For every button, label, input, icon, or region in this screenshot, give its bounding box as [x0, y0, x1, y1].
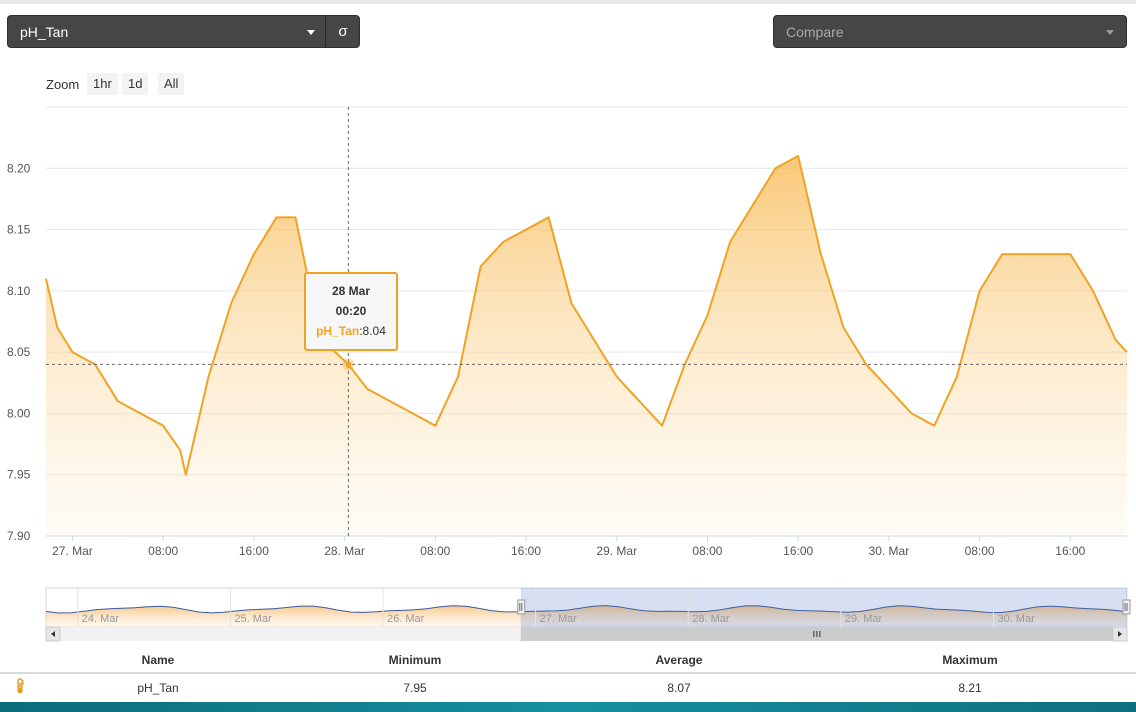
navigator-label: 25. Mar — [234, 613, 272, 625]
row-maximum: 8.21 — [958, 680, 982, 695]
navigator-label: 29. Mar — [845, 613, 883, 625]
x-tick-label: 16:00 — [511, 544, 541, 558]
tooltip-value-row: pH_Tan:8.04 — [316, 324, 386, 338]
name-header: Name — [40, 647, 276, 674]
navigator[interactable]: 24. Mar 25. Mar 26. Mar 27. Mar 28. Mar 29. M… — [45, 587, 1131, 642]
x-tick-label: 16:00 — [783, 544, 813, 558]
navigator-label: 24. Mar — [82, 613, 120, 625]
tooltip-series-name: pH_Tan — [316, 324, 360, 338]
x-tick-label: 16:00 — [239, 544, 269, 558]
x-tick-label: 27. Mar — [52, 544, 93, 558]
x-tick-label: 08:00 — [420, 544, 450, 558]
y-tick-label: 7.90 — [7, 529, 31, 543]
y-tick-label: 8.05 — [7, 345, 31, 359]
hover-point — [345, 361, 352, 368]
tooltip: 28 Mar 00:20 pH_Tan:8.04 — [304, 272, 398, 351]
y-tick-label: 8.20 — [7, 161, 31, 175]
x-tick-label: 16:00 — [1055, 544, 1085, 558]
y-tick-label: 8.00 — [7, 406, 31, 420]
x-tick-label: 30. Mar — [869, 544, 910, 558]
tooltip-date: 28 Mar — [331, 284, 371, 298]
maximum-header: Maximum — [804, 647, 1136, 674]
x-axis: 27. Mar 08:00 16:00 28. Mar 08:00 16:00 29. Ma… — [46, 535, 1127, 558]
row-average: 8.07 — [667, 680, 691, 695]
navigator-selection — [520, 588, 1127, 627]
navigator-label: 27. Mar — [540, 613, 578, 625]
tooltip-value: 8.04 — [362, 324, 386, 338]
x-tick-label: 28. Mar — [324, 544, 365, 558]
thermometer-icon — [0, 673, 40, 701]
y-tick-label: 8.15 — [7, 223, 31, 237]
row-minimum: 7.95 — [403, 680, 427, 695]
navigator-label: 26. Mar — [387, 613, 425, 625]
footer-bar — [0, 702, 1136, 712]
x-tick-label: 29. Mar — [596, 544, 637, 558]
icon-header — [0, 647, 40, 674]
ph-chart[interactable]: 7.90 7.95 8.00 8.05 8.10 8.15 8.20 27. Mar 08:0… — [0, 0, 1136, 645]
navigator-label: 28. Mar — [692, 613, 730, 625]
average-header: Average — [554, 647, 804, 674]
y-tick-label: 8.10 — [7, 284, 31, 298]
x-tick-label: 08:00 — [148, 544, 178, 558]
y-tick-label: 7.95 — [7, 468, 31, 482]
table-row[interactable]: pH_Tan 7.95 8.07 8.21 — [0, 673, 1136, 701]
row-name: pH_Tan — [137, 680, 179, 695]
y-axis: 7.90 7.95 8.00 8.05 8.10 8.15 8.20 — [7, 161, 31, 543]
page: pH_Tan σ Compare Zoom 1hr 1d All 7.90 7.9… — [0, 0, 1136, 712]
stats-table: Name Minimum Average Maximum pH_Tan 7.95… — [0, 647, 1136, 701]
tooltip-time: 00:20 — [335, 304, 367, 318]
navigator-label: 30. Mar — [997, 613, 1035, 625]
stats-header-row: Name Minimum Average Maximum — [0, 647, 1136, 674]
x-tick-label: 08:00 — [692, 544, 722, 558]
minimum-header: Minimum — [276, 647, 554, 674]
series-area — [45, 155, 1128, 536]
x-tick-label: 08:00 — [965, 544, 995, 558]
